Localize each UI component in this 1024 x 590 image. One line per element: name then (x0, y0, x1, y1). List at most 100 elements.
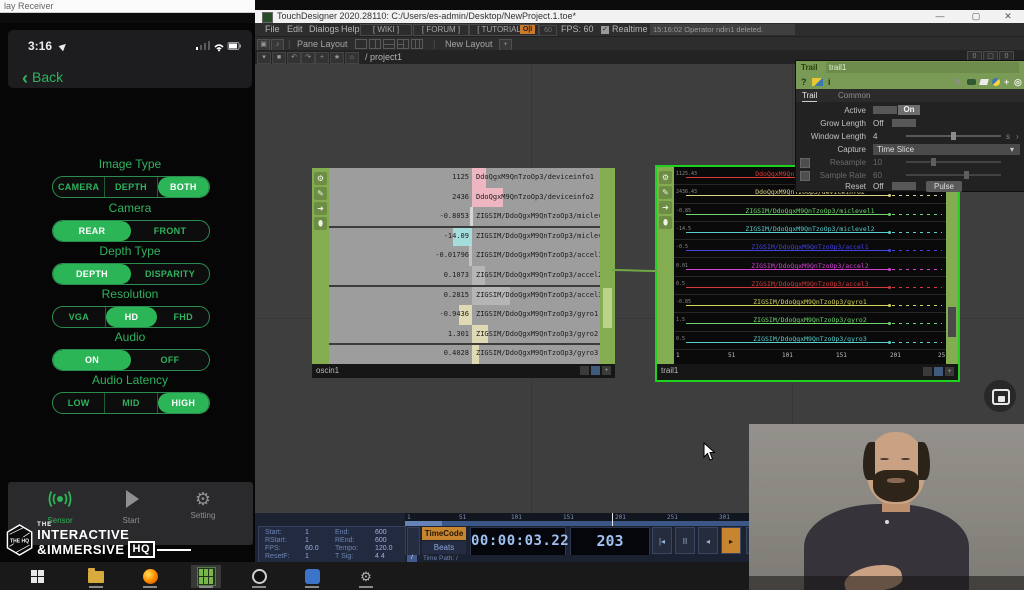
pause-button[interactable]: II (675, 527, 695, 554)
jump-to-start-button[interactable]: |◂ (652, 527, 672, 554)
segment-option-front[interactable]: FRONT (131, 221, 209, 241)
segment-option-hd[interactable]: HD (106, 307, 158, 327)
oscin1-name-bar[interactable]: oscin1 + (312, 364, 615, 378)
oscin1-flag-2[interactable] (591, 366, 600, 375)
pane-stop-icon[interactable]: ■ (272, 52, 286, 64)
active-toggle[interactable] (873, 106, 897, 114)
python-icon[interactable] (992, 78, 1000, 86)
playhead-marker[interactable] (612, 513, 613, 526)
trail-channel-lane[interactable]: 1.5ZIGSIM/DdoQgxM9QnTzoOp3/gyro2 (674, 313, 946, 331)
arrow-icon[interactable]: ➜ (659, 201, 672, 214)
trail-channel-lane[interactable]: -0.5ZIGSIM/DdoQgxM9QnTzoOp3/accel1 (674, 240, 946, 258)
segment-option-on[interactable]: ON (53, 350, 131, 370)
trail-channel-lane[interactable]: 0.01ZIGSIM/DdoQgxM9QnTzoOp3/accel2 (674, 259, 946, 277)
td-titlebar[interactable]: TouchDesigner 2020.28110: C:/Users/es-ad… (255, 10, 1024, 23)
trail1-flag-3[interactable]: + (945, 367, 954, 376)
chop-channel-row[interactable]: 1125DdoQgxM9QnTzoOp3/deviceinfo1 (329, 168, 600, 188)
segment-option-camera[interactable]: CAMERA (53, 177, 105, 197)
language-icon[interactable] (812, 78, 823, 86)
taskbar-bluedoc-button[interactable] (297, 565, 327, 588)
gear-icon[interactable]: ⚙ (314, 172, 327, 185)
home-icon[interactable]: ⌂ (345, 52, 359, 64)
forum-link[interactable]: [ FORUM ] (413, 24, 469, 36)
chop-channel-row[interactable]: -14.09ZIGSIM/DdoQgxM9QnTzoOp3/miclevel2 (329, 227, 600, 247)
trail1-scroll-handle[interactable] (948, 307, 956, 337)
chop-channel-row[interactable]: 1.301ZIGSIM/DdoQgxM9QnTzoOp3/gyro2 (329, 325, 600, 345)
segment-option-both[interactable]: BOTH (158, 177, 209, 197)
taskbar-firefox-button[interactable] (135, 565, 165, 588)
chop-channel-row[interactable]: 0.2815ZIGSIM/DdoQgxM9QnTzoOp3/accel3 (329, 286, 600, 306)
grow-length-value[interactable]: Off (873, 119, 884, 128)
layout-preset-2[interactable] (369, 39, 381, 49)
trail1-flag-2[interactable] (934, 367, 943, 376)
menu-help[interactable]: Help (341, 23, 360, 36)
field-value-rend[interactable]: 600 (375, 537, 387, 544)
sample-rate-slider-thumb[interactable] (964, 171, 969, 179)
timeline-range-thumb[interactable] (405, 521, 442, 526)
timecode-mode-button[interactable]: TimeCode (422, 527, 466, 540)
trail-channel-lane[interactable]: -0.85ZIGSIM/DdoQgxM9QnTzoOp3/gyro1 (674, 295, 946, 313)
play-button[interactable]: ▸ (721, 527, 741, 554)
target-icon[interactable]: ◎ (1014, 77, 1022, 88)
field-value-end[interactable]: 600 (375, 529, 387, 536)
trail-channel-lane[interactable]: -14.5ZIGSIM/DdoQgxM9QnTzoOp3/miclevel2 (674, 222, 946, 240)
arrow-icon[interactable]: ➜ (314, 202, 327, 215)
taskbar-explorer-button[interactable] (81, 565, 111, 588)
segment-option-vga[interactable]: VGA (53, 307, 106, 327)
resample-value[interactable]: 10 (873, 158, 882, 167)
field-value-rstart[interactable]: 1 (305, 537, 309, 544)
chop-channel-row[interactable]: -0.01796ZIGSIM/DdoQgxM9QnTzoOp3/accel1 (329, 246, 600, 266)
taskbar-start-button[interactable] (23, 565, 53, 588)
eraser-icon[interactable]: ⬮ (659, 216, 672, 229)
pane-add-icon[interactable]: + (315, 52, 329, 64)
menu-edit[interactable]: Edit (287, 23, 303, 36)
field-value-start[interactable]: 1 (305, 529, 309, 536)
resample-slider[interactable] (906, 161, 1001, 163)
trail1-viewer[interactable]: 1125.43DdoQgxM9QnTzoOp3/deviceinfo12436.… (674, 167, 946, 350)
field-value-fps[interactable]: 60.0 (305, 545, 319, 552)
window-length-value[interactable]: 4 (873, 132, 877, 141)
oscin1-scroll-handle[interactable] (603, 288, 612, 328)
chop-channel-row[interactable]: 0.1073ZIGSIM/DdoQgxM9QnTzoOp3/accel2 (329, 266, 600, 286)
oscin1-left-rail[interactable]: ⚙✎➜⬮ (312, 168, 329, 364)
node-wire[interactable] (610, 262, 660, 278)
history-forward-icon[interactable]: ↷ (301, 52, 315, 64)
menu-dialogs[interactable]: Dialogs (309, 23, 339, 36)
timeline-settings-box[interactable]: Start:1End:600RStart:1REnd:600FPS:60.0Te… (258, 526, 406, 563)
segment-option-depth[interactable]: DEPTH (53, 264, 131, 284)
layout-preset-4[interactable] (397, 39, 409, 49)
beats-mode-button[interactable]: Beats (422, 541, 466, 554)
parameter-dialog-trail1[interactable]: Trail trail1 ? i ✎ + ◎ Trail Common Acti… (795, 60, 1024, 192)
segment-option-rear[interactable]: REAR (53, 221, 131, 241)
field-value-tempo[interactable]: 120.0 (375, 545, 393, 552)
taskbar-settings-button[interactable]: ⚙ (351, 565, 381, 588)
close-button[interactable]: ✕ (995, 10, 1021, 23)
eraser-icon[interactable]: ⬮ (314, 217, 327, 230)
add-parameter-icon[interactable]: + (1004, 77, 1009, 87)
segment-option-low[interactable]: LOW (53, 393, 105, 413)
capture-dropdown[interactable]: Time Slice (873, 144, 1020, 155)
layout-preset-5[interactable] (411, 39, 423, 49)
segment-option-disparity[interactable]: DISPARITY (131, 264, 209, 284)
chop-channel-row[interactable]: -0.8053ZIGSIM/DdoQgxM9QnTzoOp3/miclevel1 (329, 207, 600, 227)
maximize-button[interactable]: ▢ (963, 10, 989, 23)
wiki-link[interactable]: [ WIKI ] (360, 24, 412, 36)
bookmark-star-icon[interactable]: ★ (330, 52, 344, 64)
unit-menu-arrow-icon[interactable]: › (1016, 132, 1019, 141)
oscin1-flag-3[interactable]: + (602, 366, 611, 375)
trail-channel-lane[interactable]: 0.5ZIGSIM/DdoQgxM9QnTzoOp3/accel3 (674, 277, 946, 295)
chop-channel-row[interactable]: -0.9436ZIGSIM/DdoQgxM9QnTzoOp3/gyro1 (329, 305, 600, 325)
play-reverse-button[interactable]: ◂ (698, 527, 718, 554)
timeline-options-button[interactable] (407, 527, 420, 556)
field-value-resetf[interactable]: 1 (305, 553, 309, 560)
chop-channel-row[interactable]: 2436DdoQgxM9QnTzoOp3/deviceinfo2 (329, 188, 600, 208)
pip-toggle-button[interactable] (984, 380, 1016, 412)
segment-option-off[interactable]: OFF (131, 350, 209, 370)
segment-option-fhd[interactable]: FHD (157, 307, 209, 327)
pencil-icon[interactable]: ✎ (954, 77, 962, 88)
tab-common[interactable]: Common (838, 91, 870, 100)
segment-option-high[interactable]: HIGH (158, 393, 209, 413)
sample-rate-slider[interactable] (906, 174, 1001, 176)
field-value-t-sig[interactable]: 4 4 (375, 553, 385, 560)
taskbar-touchdesigner-button[interactable] (191, 565, 221, 588)
